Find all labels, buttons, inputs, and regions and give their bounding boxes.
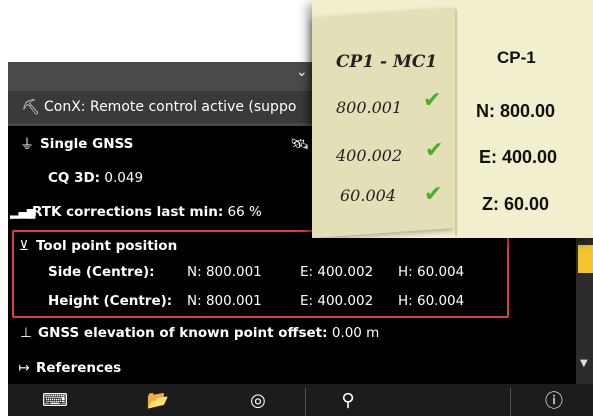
map-pin-icon: ⚲ xyxy=(341,389,355,411)
open-folder-button[interactable]: 📂 xyxy=(133,384,183,416)
gnss-elevation-value: 0.00 m xyxy=(331,325,380,341)
checkmark-icon: ✔ xyxy=(424,182,443,207)
gnss-elevation-label: GNSS elevation of known point offset: xyxy=(38,325,328,341)
elevation-icon: ⊥ xyxy=(20,325,32,341)
references-label: References xyxy=(36,360,122,376)
gnss-button[interactable]: ◎ xyxy=(233,384,283,416)
conx-status-text: ConX: Remote control active (suppo xyxy=(44,99,297,115)
note-left-value-2: 400.002 xyxy=(336,146,403,165)
toolbar-separator xyxy=(305,388,306,416)
note-right-title: CP-1 xyxy=(497,48,536,67)
paper-note-fold xyxy=(455,10,457,236)
cq3d-value: 0.049 xyxy=(104,170,144,186)
note-left-value-1: 800.001 xyxy=(336,98,403,117)
note-left-title: CP1 - MC1 xyxy=(336,52,438,72)
satellite-icon: 🛰 xyxy=(290,135,310,153)
tool-point-highlight xyxy=(12,230,509,318)
rtk-row: ▂▄▆ RTK corrections last min: 66 % xyxy=(8,200,262,224)
keyboard-icon: ⌨ xyxy=(42,389,68,411)
alert-icon: ⓘ xyxy=(545,391,563,412)
references-row[interactable]: ↦ References xyxy=(8,356,121,380)
keyboard-button[interactable]: ⌨ xyxy=(30,384,80,416)
alert-button[interactable]: ⓘ xyxy=(529,384,579,416)
excavator-icon: ⛏ xyxy=(21,98,41,116)
cq3d-row: CQ 3D: 0.049 xyxy=(8,166,143,190)
target-icon: ◎ xyxy=(250,389,266,411)
note-right-value-1: N: 800.00 xyxy=(476,101,556,121)
chevron-down-icon[interactable]: ⌄ xyxy=(296,64,308,80)
note-right-value-2: E: 400.00 xyxy=(479,147,558,167)
cq3d-label: CQ 3D: xyxy=(48,170,101,186)
rtk-value: 66 % xyxy=(227,204,262,220)
antenna-icon: ⏚ xyxy=(20,137,34,153)
note-right-value-3: Z: 60.00 xyxy=(482,194,550,214)
single-gnss-label: Single GNSS xyxy=(40,136,134,152)
signal-bars-icon: ▂▄▆ xyxy=(10,205,36,219)
bottom-toolbar xyxy=(8,384,593,416)
folder-icon: 📂 xyxy=(146,389,170,411)
checkmark-icon: ✔ xyxy=(425,138,444,163)
checkmark-icon: ✔ xyxy=(423,88,442,113)
rtk-label: RTK corrections last min: xyxy=(32,204,224,220)
map-pin-button[interactable]: ⚲ xyxy=(323,384,373,416)
scrollbar-thumb[interactable] xyxy=(578,245,593,273)
scroll-down-icon[interactable]: ▼ xyxy=(580,358,588,369)
toolbar-separator xyxy=(510,388,511,416)
note-left-value-3: 60.004 xyxy=(340,186,396,205)
references-icon: ↦ xyxy=(18,360,30,376)
gnss-elevation-row[interactable]: ⊥ GNSS elevation of known point offset: … xyxy=(8,320,379,346)
